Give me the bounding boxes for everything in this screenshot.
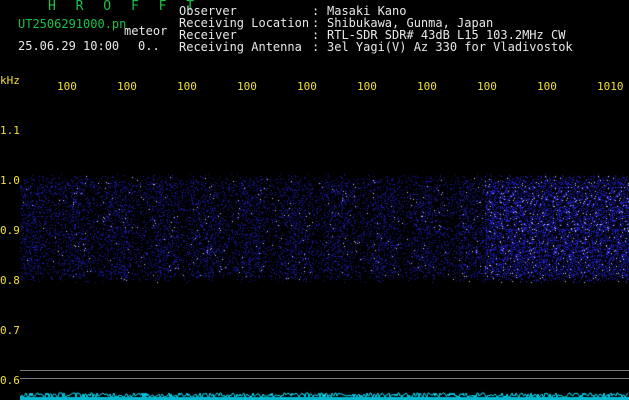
x-tick-label: 100 bbox=[237, 80, 257, 93]
x-tick-label: 1010 bbox=[597, 80, 624, 93]
y-tick-label: 1.0 bbox=[0, 174, 20, 187]
date-time: 25.06.29 10:00 bbox=[18, 39, 120, 53]
spectrogram-canvas bbox=[20, 93, 629, 400]
counter: 0.. bbox=[138, 39, 160, 53]
spectrogram-plot bbox=[20, 93, 629, 400]
app-title: H R O F F T bbox=[48, 0, 201, 14]
x-tick-label: 100 bbox=[117, 80, 137, 93]
axis-unit-label: kHz bbox=[0, 74, 20, 87]
x-tick-label: 100 bbox=[477, 80, 497, 93]
y-tick-label: 0.6 bbox=[0, 374, 20, 387]
y-tick-label: 0.7 bbox=[0, 324, 20, 337]
antenna-label: Receiving Antenna bbox=[179, 40, 302, 54]
x-tick-label: 100 bbox=[297, 80, 317, 93]
x-tick-label: 100 bbox=[57, 80, 77, 93]
reference-line bbox=[20, 378, 629, 379]
x-tick-label: 100 bbox=[417, 80, 437, 93]
antenna-value: 3el Yagi(V) Az 330 for Vladivostok bbox=[327, 40, 573, 54]
x-tick-label: 100 bbox=[357, 80, 377, 93]
reference-line bbox=[20, 370, 629, 371]
antenna-colon: : bbox=[312, 40, 320, 54]
x-tick-label: 100 bbox=[177, 80, 197, 93]
meteor-tag: meteor bbox=[124, 24, 168, 38]
file-name: UT2506291000.pn bbox=[18, 17, 127, 31]
y-tick-label: 1.1 bbox=[0, 124, 20, 137]
y-tick-label: 0.9 bbox=[0, 224, 20, 237]
y-tick-label: 0.8 bbox=[0, 274, 20, 287]
x-tick-label: 100 bbox=[537, 80, 557, 93]
